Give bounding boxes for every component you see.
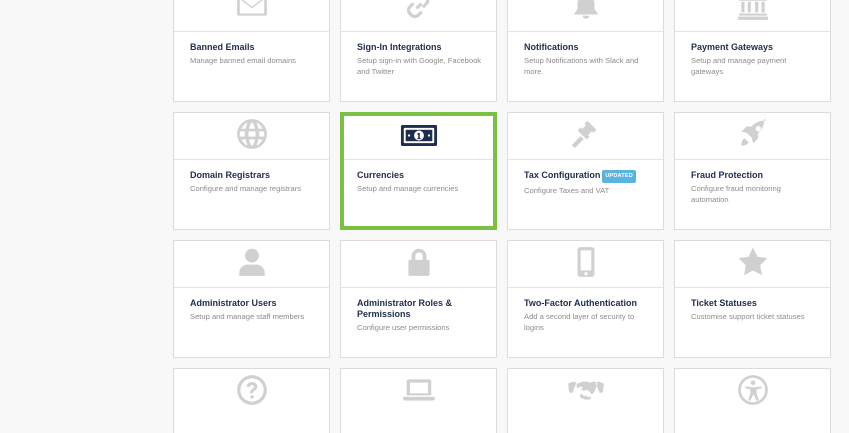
tile-notifications[interactable]: Notifications Setup Notifications with S… [507, 0, 664, 102]
link-icon [402, 0, 436, 28]
tile-icon-zone [675, 113, 830, 160]
tile-two-factor-authentication[interactable]: Two-Factor Authentication Add a second l… [507, 240, 664, 358]
question-circle-icon [235, 373, 269, 412]
tile-title[interactable]: Tax Configuration UPDATED [524, 170, 649, 183]
tile-icon-zone [508, 369, 663, 415]
tile-description: Setup and manage currencies [357, 184, 459, 193]
tile-icon-zone [675, 0, 830, 32]
tile-body: Banned Emails Manage banned email domain… [174, 32, 329, 66]
tile-body: Two-Factor Authentication Add a second l… [508, 288, 663, 333]
tile-ticket-statuses[interactable]: Ticket Statuses Customise support ticket… [674, 240, 831, 358]
tile-body: Sign-In Integrations Setup sign-in with … [341, 32, 496, 77]
tile-title[interactable]: Domain Registrars [190, 170, 315, 181]
tile-tax-configuration[interactable]: Tax Configuration UPDATED Configure Taxes… [507, 112, 664, 230]
tile-description: Setup and manage staff members [190, 312, 305, 321]
tile-title[interactable]: Ticket Statuses [691, 298, 816, 309]
user-icon [235, 245, 269, 284]
tile-icon-zone [174, 369, 329, 415]
tile-body: Fraud Protection Configure fraud monitor… [675, 160, 830, 205]
tile-description: Setup sign-in with Google, Facebook and … [357, 56, 482, 76]
tile-description: Configure Taxes and VAT [524, 186, 610, 195]
star-icon [736, 245, 770, 284]
tile-icon-zone [341, 241, 496, 288]
tile-icon-zone [341, 0, 496, 32]
tile-administrator-roles[interactable]: Administrator Roles & Permissions Config… [340, 240, 497, 358]
tile-icon-zone [675, 369, 830, 415]
tile-body: Notifications Setup Notifications with S… [508, 32, 663, 77]
tile-icon-zone [174, 241, 329, 288]
tile-body: Administrator Users Setup and manage sta… [174, 288, 329, 322]
tile-body: Domain Registrars Configure and manage r… [174, 160, 329, 194]
laptop-icon [402, 373, 436, 412]
settings-grid: Banned Emails Manage banned email domain… [173, 0, 833, 433]
tile-currencies[interactable]: Currencies Setup and manage currencies [340, 112, 497, 230]
tile-system[interactable] [340, 368, 497, 433]
globe-icon [235, 117, 269, 156]
tile-title[interactable]: Sign-In Integrations [357, 42, 482, 53]
rocket-icon [736, 117, 770, 156]
envelope-icon [235, 0, 269, 28]
tile-body: Tax Configuration UPDATED Configure Taxes… [508, 160, 663, 196]
tile-icon-zone [344, 116, 493, 160]
tile-icon-zone [508, 0, 663, 32]
tile-title[interactable]: Administrator Users [190, 298, 315, 309]
money-bill-icon [400, 122, 438, 154]
tile-body: Payment Gateways Setup and manage paymen… [675, 32, 830, 77]
tile-title[interactable]: Currencies [357, 170, 479, 181]
page: Banned Emails Manage banned email domain… [0, 0, 849, 433]
tile-icon-zone [174, 0, 329, 32]
tile-description: Configure fraud monitoring automation [691, 184, 781, 204]
tile-description: Add a second layer of security to logins [524, 312, 635, 332]
updated-badge: UPDATED [602, 170, 636, 183]
tile-icon-zone [508, 241, 663, 288]
tile-title[interactable]: Administrator Roles & Permissions [357, 298, 482, 320]
tile-payment-gateways[interactable]: Payment Gateways Setup and manage paymen… [674, 0, 831, 102]
tile-description: Configure user permissions [357, 323, 450, 332]
tile-administrator-users[interactable]: Administrator Users Setup and manage sta… [173, 240, 330, 358]
tile-sign-in-integrations[interactable]: Sign-In Integrations Setup sign-in with … [340, 0, 497, 102]
bank-icon [736, 0, 770, 28]
tile-body: Ticket Statuses Customise support ticket… [675, 288, 830, 322]
tile-partners[interactable] [507, 368, 664, 433]
tile-title[interactable]: Banned Emails [190, 42, 315, 53]
tile-banned-emails[interactable]: Banned Emails Manage banned email domain… [173, 0, 330, 102]
tile-domain-registrars[interactable]: Domain Registrars Configure and manage r… [173, 112, 330, 230]
tile-description: Setup and manage payment gateways [691, 56, 787, 76]
lock-icon [402, 245, 436, 284]
tile-body: Administrator Roles & Permissions Config… [341, 288, 496, 333]
tile-title[interactable]: Payment Gateways [691, 42, 816, 53]
tile-description: Customise support ticket statuses [691, 312, 805, 321]
tile-title[interactable]: Two-Factor Authentication [524, 298, 649, 309]
handshake-icon [567, 373, 605, 412]
tile-description: Configure and manage registrars [190, 184, 302, 193]
tile-body: Currencies Setup and manage currencies [344, 160, 493, 194]
universal-access-icon [736, 373, 770, 412]
tile-support[interactable] [173, 368, 330, 433]
tile-description: Manage banned email domains [190, 56, 296, 65]
tile-icon-zone [174, 113, 329, 160]
gavel-icon [569, 117, 603, 156]
tile-accessibility[interactable] [674, 368, 831, 433]
tile-icon-zone [341, 369, 496, 415]
mobile-icon [569, 245, 603, 284]
bell-icon [569, 0, 603, 28]
tile-description: Setup Notifications with Slack and more. [524, 56, 639, 76]
tile-title-text: Tax Configuration [524, 170, 601, 180]
tile-fraud-protection[interactable]: Fraud Protection Configure fraud monitor… [674, 112, 831, 230]
tile-title[interactable]: Notifications [524, 42, 649, 53]
tile-icon-zone [508, 113, 663, 160]
tile-title[interactable]: Fraud Protection [691, 170, 816, 181]
tile-icon-zone [675, 241, 830, 288]
